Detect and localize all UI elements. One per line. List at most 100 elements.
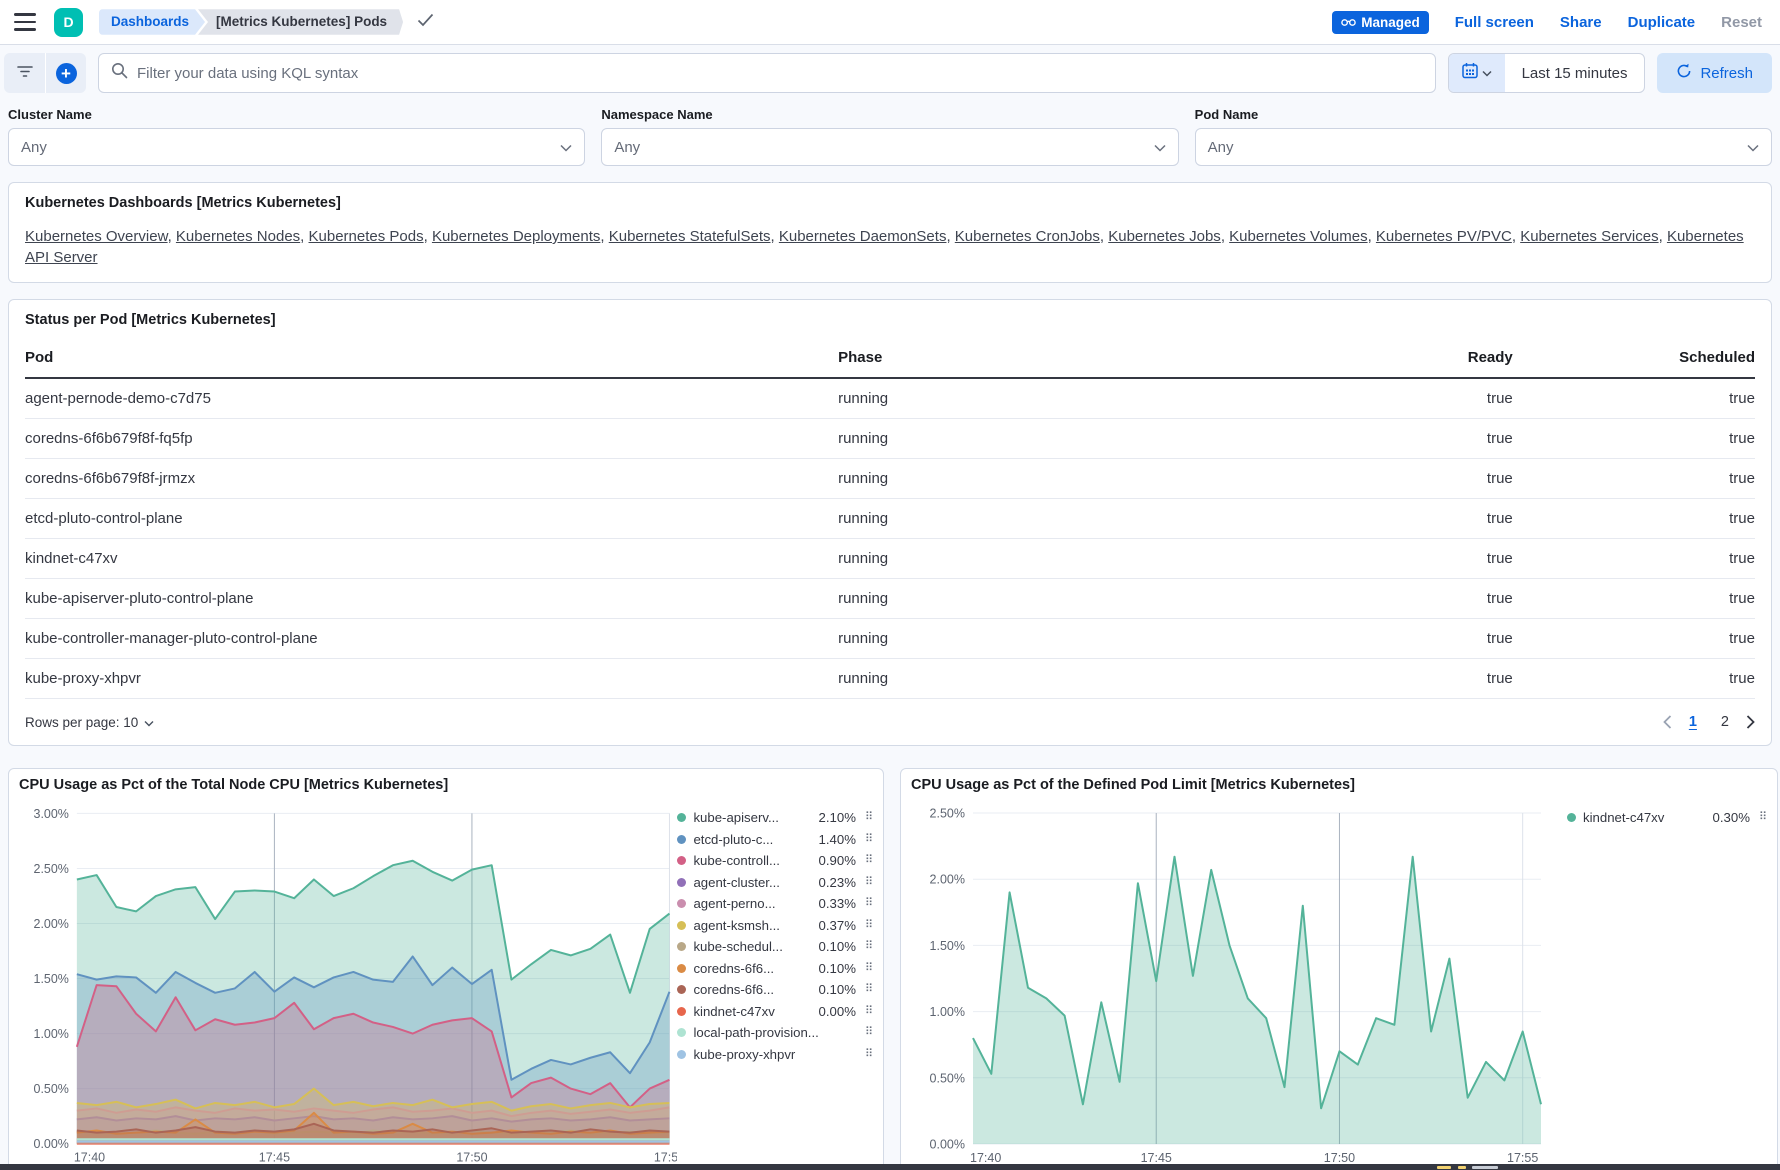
column-header-scheduled[interactable]: Scheduled [1513, 334, 1755, 378]
cpu-node-chart-plot[interactable]: 3.00%2.50%2.00%1.50%1.00%0.50%0.00%17:40… [19, 795, 677, 1170]
saved-check-icon[interactable] [417, 13, 434, 32]
cell-pod: kube-proxy-xhpvr [25, 659, 838, 699]
dashboard-controls: Cluster NameAnyNamespace NameAnyPod Name… [0, 101, 1780, 182]
legend-series-value: 0.23% [819, 875, 856, 890]
svg-text:17:55: 17:55 [654, 1151, 678, 1165]
rows-per-page-selector[interactable]: Rows per page: 10 [25, 715, 154, 730]
legend-actions-icon[interactable]: ⠿ [865, 1049, 873, 1060]
bottom-bar-edge [0, 1164, 1780, 1170]
column-header-pod[interactable]: Pod [25, 334, 838, 378]
reset-button[interactable]: Reset [1721, 14, 1762, 31]
svg-text:0.50%: 0.50% [930, 1071, 965, 1085]
kql-search-bar[interactable] [98, 53, 1436, 93]
legend-item[interactable]: kindnet-c47xv0.30%⠿ [1567, 807, 1767, 829]
legend-item[interactable]: local-path-provision... ⠿ [677, 1022, 873, 1044]
full-screen-button[interactable]: Full screen [1455, 14, 1534, 31]
cell-ready: true [1271, 499, 1513, 539]
legend-actions-icon[interactable]: ⠿ [865, 984, 873, 995]
search-icon [111, 62, 128, 84]
cell-ready: true [1271, 619, 1513, 659]
control-select-pod-name[interactable]: Any [1195, 128, 1772, 166]
chevron-down-icon [1482, 64, 1492, 82]
dashboard-link[interactable]: Kubernetes Nodes [176, 228, 300, 245]
control-cluster-name: Cluster NameAny [8, 107, 585, 166]
legend-item[interactable]: kube-proxy-xhpvr⠿ [677, 1044, 873, 1066]
managed-badge[interactable]: Managed [1332, 11, 1429, 34]
legend-actions-icon[interactable]: ⠿ [865, 920, 873, 931]
previous-page-icon[interactable] [1663, 715, 1672, 729]
cpu-limit-chart-panel: CPU Usage as Pct of the Defined Pod Limi… [900, 768, 1778, 1170]
legend-actions-icon[interactable]: ⠿ [865, 941, 873, 952]
dashboard-link[interactable]: Kubernetes Jobs [1108, 228, 1221, 245]
legend-series-name: local-path-provision... [693, 1025, 851, 1040]
time-picker-calendar-button[interactable] [1449, 54, 1505, 92]
refresh-button[interactable]: Refresh [1657, 53, 1772, 93]
share-button[interactable]: Share [1560, 14, 1602, 31]
table-row: kindnet-c47xvrunningtruetrue [25, 539, 1755, 579]
legend-item[interactable]: agent-perno...0.33%⠿ [677, 893, 873, 915]
legend-color-dot [677, 878, 686, 887]
breadcrumb-dashboards[interactable]: Dashboards [99, 9, 205, 35]
cpu-limit-chart-title: CPU Usage as Pct of the Defined Pod Limi… [911, 777, 1767, 793]
legend-series-name: etcd-pluto-c... [693, 832, 814, 847]
legend-actions-icon[interactable]: ⠿ [1759, 812, 1767, 823]
dashboard-link[interactable]: Kubernetes Overview [25, 228, 168, 245]
legend-item[interactable]: agent-ksmsh...0.37%⠿ [677, 915, 873, 937]
legend-item[interactable]: coredns-6f6...0.10%⠿ [677, 979, 873, 1001]
control-select-namespace-name[interactable]: Any [601, 128, 1178, 166]
legend-item[interactable]: kube-apiserv...2.10%⠿ [677, 807, 873, 829]
dashboard-link[interactable]: Kubernetes Volumes [1229, 228, 1367, 245]
legend-actions-icon[interactable]: ⠿ [865, 812, 873, 823]
dashboard-link[interactable]: Kubernetes CronJobs [955, 228, 1100, 245]
legend-actions-icon[interactable]: ⠿ [865, 1027, 873, 1038]
filter-toggle-button[interactable] [4, 53, 45, 93]
table-row: kube-apiserver-pluto-control-planerunnin… [25, 579, 1755, 619]
legend-actions-icon[interactable]: ⠿ [865, 877, 873, 888]
legend-item[interactable]: etcd-pluto-c...1.40%⠿ [677, 829, 873, 851]
svg-text:3.00%: 3.00% [34, 807, 69, 821]
legend-actions-icon[interactable]: ⠿ [865, 834, 873, 845]
status-panel-title: Status per Pod [Metrics Kubernetes] [25, 312, 1755, 328]
column-header-ready[interactable]: Ready [1271, 334, 1513, 378]
add-filter-button[interactable]: + [45, 53, 86, 93]
legend-actions-icon[interactable]: ⠿ [865, 855, 873, 866]
kql-input[interactable] [137, 65, 1423, 82]
dashboard-link[interactable]: Kubernetes Services [1520, 228, 1658, 245]
cell-scheduled: true [1513, 539, 1755, 579]
dashboard-link[interactable]: Kubernetes StatefulSets [609, 228, 771, 245]
cell-pod: kindnet-c47xv [25, 539, 838, 579]
svg-text:2.50%: 2.50% [930, 807, 965, 821]
time-range-display[interactable]: Last 15 minutes [1505, 54, 1645, 92]
legend-actions-icon[interactable]: ⠿ [865, 898, 873, 909]
cell-ready: true [1271, 378, 1513, 419]
legend-actions-icon[interactable]: ⠿ [865, 1006, 873, 1017]
legend-series-value: 0.10% [819, 982, 856, 997]
page-number-2[interactable]: 2 [1714, 711, 1736, 733]
duplicate-button[interactable]: Duplicate [1628, 14, 1696, 31]
control-select-cluster-name[interactable]: Any [8, 128, 585, 166]
legend-actions-icon[interactable]: ⠿ [865, 963, 873, 974]
legend-item[interactable]: agent-cluster...0.23%⠿ [677, 872, 873, 894]
dashboard-link[interactable]: Kubernetes PV/PVC [1376, 228, 1512, 245]
menu-icon[interactable] [12, 12, 38, 32]
svg-text:1.00%: 1.00% [930, 1005, 965, 1019]
legend-item[interactable]: kube-controll...0.90%⠿ [677, 850, 873, 872]
space-avatar[interactable]: D [54, 8, 83, 37]
svg-text:17:40: 17:40 [74, 1151, 105, 1165]
legend-series-value: 0.37% [819, 918, 856, 933]
legend-item[interactable]: kindnet-c47xv0.00%⠿ [677, 1001, 873, 1023]
legend-item[interactable]: kube-schedul...0.10%⠿ [677, 936, 873, 958]
cell-scheduled: true [1513, 419, 1755, 459]
column-header-phase[interactable]: Phase [838, 334, 1271, 378]
legend-color-dot [1567, 813, 1576, 822]
status-per-pod-panel: Status per Pod [Metrics Kubernetes] PodP… [8, 299, 1772, 746]
dashboard-links: Kubernetes Overview, Kubernetes Nodes, K… [25, 226, 1755, 268]
dashboard-link[interactable]: Kubernetes Pods [309, 228, 424, 245]
cpu-limit-chart-plot[interactable]: 2.50%2.00%1.50%1.00%0.50%0.00%17:4017:45… [911, 795, 1567, 1170]
dashboard-link[interactable]: Kubernetes DaemonSets [779, 228, 947, 245]
svg-text:17:55: 17:55 [1507, 1151, 1538, 1165]
dashboard-link[interactable]: Kubernetes Deployments [432, 228, 600, 245]
page-number-1[interactable]: 1 [1682, 711, 1704, 733]
legend-item[interactable]: coredns-6f6...0.10%⠿ [677, 958, 873, 980]
next-page-icon[interactable] [1746, 715, 1755, 729]
